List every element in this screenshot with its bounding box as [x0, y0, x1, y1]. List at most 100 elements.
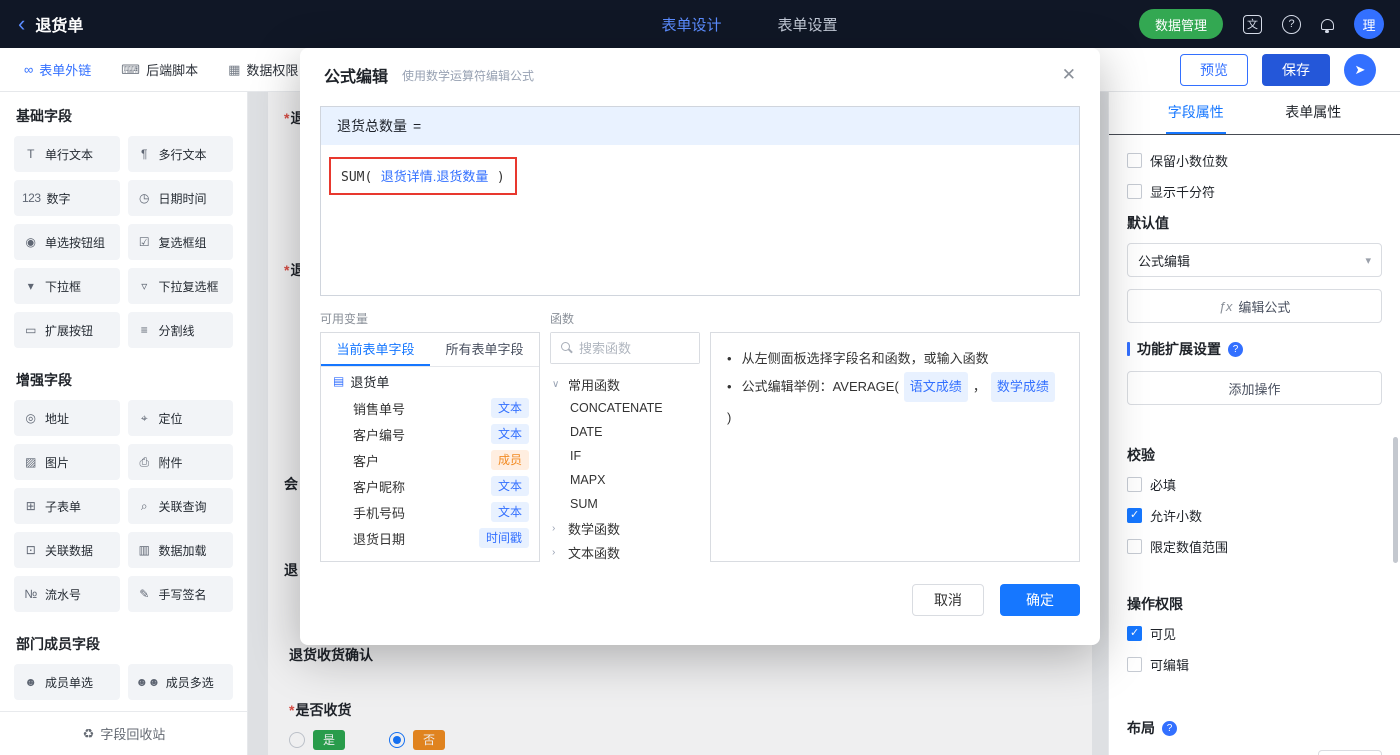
field-width-select[interactable]: 1/4 ▾: [1318, 750, 1382, 755]
function-item[interactable]: MAPX: [550, 468, 700, 492]
palette-field[interactable]: ⌕ 关联查询: [127, 488, 233, 524]
close-icon[interactable]: ✕: [1062, 65, 1076, 85]
palette-field[interactable]: ☻☻ 成员多选: [127, 664, 233, 700]
variable-row[interactable]: 客户昵称 文本: [321, 473, 539, 499]
variable-row[interactable]: 手机号码 文本: [321, 499, 539, 525]
option-required[interactable]: 必填: [1127, 475, 1382, 494]
palette-field[interactable]: ⊞ 子表单: [14, 488, 120, 524]
bell-icon[interactable]: [1321, 18, 1334, 33]
function-item[interactable]: DATE: [550, 420, 700, 444]
checkbox[interactable]: [1127, 657, 1142, 672]
checkbox-label: 可见: [1150, 627, 1177, 642]
palette-field[interactable]: ¶ 多行文本: [127, 136, 233, 172]
variable-row[interactable]: 客户编号 文本: [321, 421, 539, 447]
field-recycle-bin[interactable]: ♻ 字段回收站: [0, 711, 247, 755]
add-action-label: 添加操作: [1228, 381, 1281, 397]
header-nav: 表单设计 表单设置: [360, 14, 1139, 35]
tab-field-properties[interactable]: 字段属性: [1165, 92, 1226, 134]
tab-all-form-fields[interactable]: 所有表单字段: [430, 333, 539, 366]
translate-icon[interactable]: 文: [1243, 14, 1262, 34]
radio-control[interactable]: [289, 732, 305, 748]
preview-button[interactable]: 预览: [1180, 53, 1248, 86]
function-item[interactable]: SUM: [550, 492, 700, 516]
option-limit-range[interactable]: 限定数值范围: [1127, 537, 1382, 556]
checkbox[interactable]: [1127, 477, 1142, 492]
palette-field[interactable]: ⎙ 附件: [127, 444, 233, 480]
checkbox[interactable]: [1127, 626, 1142, 641]
variable-row[interactable]: 退货日期 时间戳: [321, 525, 539, 551]
avatar[interactable]: 理: [1354, 9, 1384, 39]
formula-editor[interactable]: 退货总数量 = SUM( 退货详情.退货数量 ): [320, 106, 1080, 296]
data-manage-button[interactable]: 数据管理: [1138, 9, 1223, 39]
checkbox[interactable]: [1127, 153, 1142, 168]
help-line-1: • 从左侧面板选择字段名和函数，或输入函数: [727, 345, 1063, 372]
palette-field[interactable]: 123 数字: [14, 180, 120, 216]
palette-field[interactable]: ▿ 下拉复选框: [127, 268, 233, 304]
palette-field[interactable]: ◷ 日期时间: [127, 180, 233, 216]
palette-field[interactable]: ≡ 分割线: [127, 312, 233, 348]
palette-field-label: 下拉框: [45, 279, 82, 294]
share-button[interactable]: ➤: [1344, 53, 1376, 86]
formula-function-close: ): [496, 170, 505, 185]
tab-form-design[interactable]: 表单设计: [661, 14, 721, 35]
function-group-text[interactable]: › 文本函数: [550, 540, 700, 562]
function-item[interactable]: IF: [550, 444, 700, 468]
tree-root-label: 退货单: [350, 374, 390, 390]
add-action-button[interactable]: 添加操作: [1127, 371, 1382, 405]
toolbar-item-data-permission[interactable]: ▦ 数据权限: [228, 60, 298, 79]
option-keep-decimals[interactable]: 保留小数位数: [1127, 151, 1382, 170]
palette-field[interactable]: ▾ 下拉框: [14, 268, 120, 304]
type-badge: 文本: [490, 398, 529, 418]
option-editable[interactable]: 可编辑: [1127, 655, 1382, 674]
palette-field[interactable]: ▨ 图片: [14, 444, 120, 480]
palette-field-label: 附件: [158, 455, 183, 470]
formula-field-ref[interactable]: 退货详情.退货数量: [381, 169, 489, 184]
cancel-button[interactable]: 取消: [912, 584, 984, 616]
palette-field[interactable]: ▥ 数据加载: [127, 532, 233, 568]
checkbox[interactable]: [1127, 539, 1142, 554]
variable-row[interactable]: 销售单号 文本: [321, 395, 539, 421]
default-value-select[interactable]: 公式编辑 ▾: [1127, 243, 1382, 277]
palette-field[interactable]: № 流水号: [14, 576, 120, 612]
palette-field[interactable]: ▭ 扩展按钮: [14, 312, 120, 348]
toolbar-item-backend-script[interactable]: ⌨ 后端脚本: [121, 60, 198, 79]
save-button[interactable]: 保存: [1262, 53, 1330, 86]
palette-field[interactable]: ✎ 手写签名: [127, 576, 233, 612]
function-item[interactable]: CONCATENATE: [550, 396, 700, 420]
option-thousand-separator[interactable]: 显示千分符: [1127, 182, 1382, 201]
help-icon[interactable]: ?: [1162, 720, 1177, 736]
radio-control[interactable]: [389, 732, 406, 748]
help-spacer: [710, 310, 1080, 332]
palette-field[interactable]: ☑ 复选框组: [127, 224, 233, 260]
palette-field[interactable]: ◎ 地址: [14, 400, 120, 436]
formula-body[interactable]: SUM( 退货详情.退货数量 ): [321, 145, 1079, 295]
palette-field[interactable]: ◉ 单选按钮组: [14, 224, 120, 260]
checkbox[interactable]: [1127, 184, 1142, 199]
back-icon[interactable]: ‹: [18, 13, 25, 35]
palette-field[interactable]: ☻ 成员单选: [14, 664, 120, 700]
help-icon[interactable]: ?: [1228, 341, 1243, 357]
function-search[interactable]: [550, 332, 700, 364]
function-group-common[interactable]: ∨ 常用函数: [550, 372, 700, 396]
checkbox[interactable]: [1127, 508, 1142, 523]
edit-formula-button[interactable]: ƒx 编辑公式: [1127, 289, 1382, 323]
option-visible[interactable]: 可见: [1127, 624, 1382, 643]
function-group-math[interactable]: › 数学函数: [550, 516, 700, 540]
tab-current-form-fields[interactable]: 当前表单字段: [321, 333, 430, 366]
section-title-basic: 基础字段: [16, 108, 72, 124]
function-search-input[interactable]: [551, 333, 699, 363]
window-scrollbar[interactable]: [1393, 437, 1398, 563]
variables-tree-root[interactable]: ▤ 退货单: [321, 367, 539, 395]
palette-field[interactable]: ⌖ 定位: [127, 400, 233, 436]
toolbar-item-external-link[interactable]: ∞ 表单外链: [24, 60, 91, 79]
palette-field[interactable]: T 单行文本: [14, 136, 120, 172]
help-icon[interactable]: ?: [1282, 14, 1301, 34]
radio-option-yes[interactable]: 是: [289, 730, 346, 750]
radio-option-no[interactable]: 否: [389, 730, 446, 750]
palette-field[interactable]: ⊡ 关联数据: [14, 532, 120, 568]
option-allow-decimal[interactable]: 允许小数: [1127, 506, 1382, 525]
variable-row[interactable]: 客户 成员: [321, 447, 539, 473]
tab-form-properties[interactable]: 表单属性: [1283, 92, 1343, 134]
ok-button[interactable]: 确定: [1000, 584, 1080, 616]
tab-form-settings[interactable]: 表单设置: [777, 14, 837, 35]
